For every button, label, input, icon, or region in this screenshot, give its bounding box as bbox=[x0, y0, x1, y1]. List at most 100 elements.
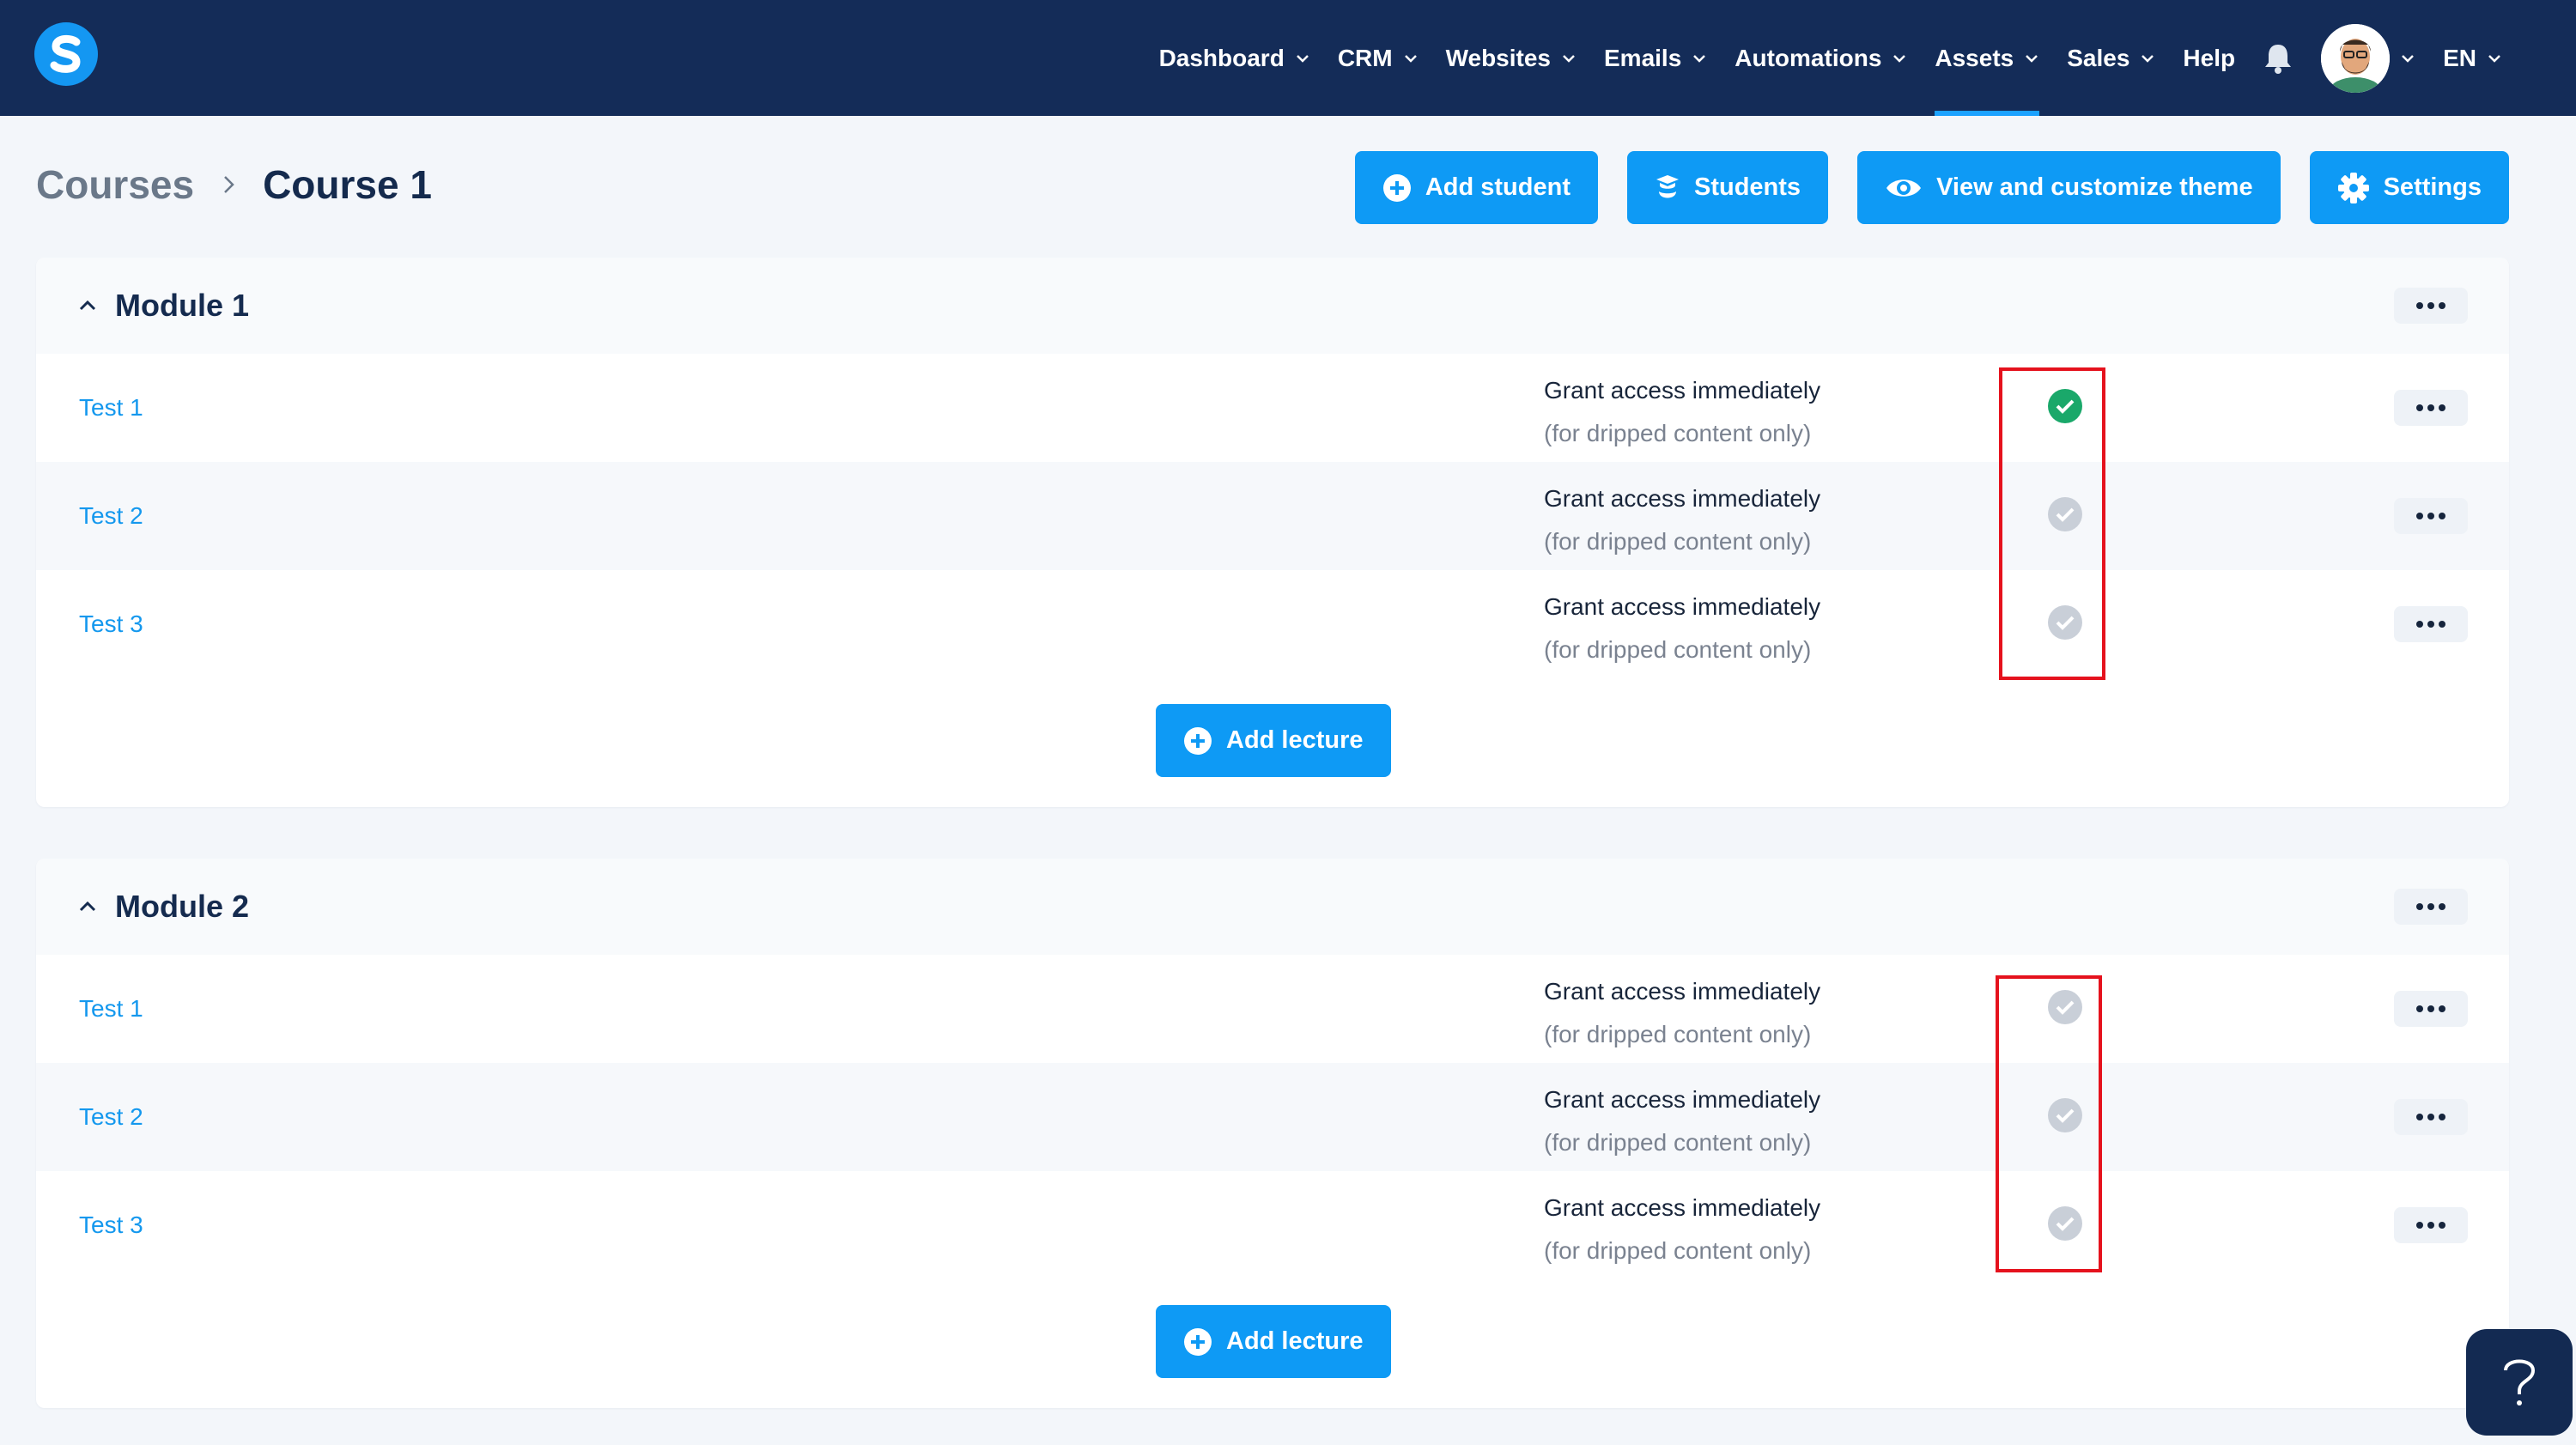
lecture-row: Test 2 Grant access immediately (for dri… bbox=[36, 462, 2509, 570]
module-collapse-toggle[interactable]: Module 2 bbox=[77, 859, 249, 955]
lecture-options-button[interactable] bbox=[2394, 1207, 2468, 1243]
lecture-row: Test 1 Grant access immediately (for dri… bbox=[36, 955, 2509, 1063]
view-theme-label: View and customize theme bbox=[1936, 173, 2253, 201]
lecture-title-link[interactable]: Test 1 bbox=[79, 354, 143, 462]
main-menu: Dashboard CRM Websites Emails Automation… bbox=[1159, 0, 2502, 116]
course-actions: Add student Students View and customize … bbox=[1354, 151, 2509, 224]
chevron-down-icon bbox=[2142, 54, 2154, 63]
nav-dashboard-label: Dashboard bbox=[1158, 44, 1285, 71]
graduation-cap-icon bbox=[1656, 174, 1679, 197]
grant-access-label: Grant access immediately bbox=[1544, 978, 1821, 1005]
highlight-frame bbox=[1996, 975, 2102, 1272]
grant-access-note: (for dripped content only) bbox=[1544, 1129, 1812, 1156]
module-card: Module 2 Test 1 Grant access immediately… bbox=[36, 859, 2509, 1408]
grant-access-label: Grant access immediately bbox=[1544, 1194, 1821, 1221]
plus-circle-icon bbox=[1382, 173, 1411, 202]
add-student-label: Add student bbox=[1425, 173, 1571, 201]
nav-help[interactable]: Help bbox=[2183, 0, 2235, 116]
chevron-down-icon bbox=[1296, 54, 1309, 63]
lecture-title-link[interactable]: Test 2 bbox=[79, 1063, 143, 1171]
more-horizontal-icon bbox=[2416, 903, 2445, 910]
lecture-options-button[interactable] bbox=[2394, 606, 2468, 642]
nav-emails-label: Emails bbox=[1604, 44, 1682, 71]
lecture-title-link[interactable]: Test 2 bbox=[79, 462, 143, 570]
lecture-row: Test 1 Grant access immediately (for dri… bbox=[36, 354, 2509, 462]
page-title: Course 1 bbox=[263, 162, 432, 207]
lecture-row: Test 3 Grant access immediately (for dri… bbox=[36, 570, 2509, 678]
nav-assets-label: Assets bbox=[1935, 44, 2014, 71]
nav-sales[interactable]: Sales bbox=[2067, 0, 2155, 116]
nav-automations[interactable]: Automations bbox=[1735, 0, 1907, 116]
grant-access-info: Grant access immediately (for dripped co… bbox=[1544, 477, 1820, 563]
lecture-options-button[interactable] bbox=[2394, 991, 2468, 1027]
user-avatar-icon bbox=[2321, 23, 2391, 93]
lecture-row: Test 2 Grant access immediately (for dri… bbox=[36, 1063, 2509, 1171]
settings-button[interactable]: Settings bbox=[2309, 151, 2509, 224]
lecture-title-link[interactable]: Test 3 bbox=[79, 1171, 143, 1279]
module-options-button[interactable] bbox=[2394, 889, 2468, 925]
module-header: Module 1 bbox=[36, 258, 2509, 354]
notifications-button[interactable] bbox=[2263, 0, 2293, 116]
chevron-down-icon bbox=[1563, 54, 1575, 63]
nav-emails[interactable]: Emails bbox=[1604, 0, 1707, 116]
grant-access-label: Grant access immediately bbox=[1544, 377, 1821, 404]
nav-help-label: Help bbox=[2183, 44, 2236, 71]
chevron-down-icon bbox=[2026, 54, 2038, 63]
plus-circle-icon bbox=[1184, 1327, 1212, 1356]
language-selector[interactable]: EN bbox=[2443, 0, 2502, 116]
chevron-down-icon bbox=[1404, 54, 1417, 63]
gear-icon bbox=[2337, 172, 2369, 203]
avatar bbox=[2321, 23, 2391, 93]
view-customize-theme-button[interactable]: View and customize theme bbox=[1857, 151, 2281, 224]
grant-access-note: (for dripped content only) bbox=[1544, 528, 1812, 555]
module-collapse-toggle[interactable]: Module 1 bbox=[77, 258, 249, 354]
grant-access-info: Grant access immediately (for dripped co… bbox=[1544, 1078, 1820, 1164]
grant-access-note: (for dripped content only) bbox=[1544, 1237, 1812, 1264]
grant-access-label: Grant access immediately bbox=[1544, 1086, 1821, 1113]
question-mark-icon bbox=[2504, 1359, 2536, 1406]
more-horizontal-icon bbox=[2416, 621, 2445, 628]
chevron-down-icon bbox=[1893, 54, 1906, 63]
module-options-button[interactable] bbox=[2394, 288, 2468, 324]
add-lecture-button[interactable]: Add lecture bbox=[1156, 704, 1391, 777]
module-title: Module 1 bbox=[115, 288, 250, 323]
grant-access-info: Grant access immediately (for dripped co… bbox=[1544, 970, 1820, 1056]
language-label: EN bbox=[2443, 44, 2476, 71]
user-menu[interactable] bbox=[2321, 0, 2415, 116]
add-student-button[interactable]: Add student bbox=[1354, 151, 1598, 224]
bell-icon bbox=[2265, 44, 2292, 74]
students-button[interactable]: Students bbox=[1627, 151, 1829, 224]
lecture-title-link[interactable]: Test 3 bbox=[79, 570, 143, 678]
nav-assets[interactable]: Assets bbox=[1935, 0, 2040, 116]
more-horizontal-icon bbox=[2416, 404, 2445, 411]
grant-access-note: (for dripped content only) bbox=[1544, 636, 1812, 663]
module-footer: Add lecture bbox=[36, 678, 2509, 807]
nav-websites-label: Websites bbox=[1445, 44, 1551, 71]
module-card: Module 1 Test 1 Grant access immediately… bbox=[36, 258, 2509, 807]
nav-crm[interactable]: CRM bbox=[1338, 0, 1419, 116]
grant-access-note: (for dripped content only) bbox=[1544, 420, 1812, 446]
breadcrumb: Courses Course 1 bbox=[36, 161, 432, 208]
nav-dashboard[interactable]: Dashboard bbox=[1159, 0, 1310, 116]
module-footer: Add lecture bbox=[36, 1279, 2509, 1408]
nav-websites[interactable]: Websites bbox=[1446, 0, 1577, 116]
more-horizontal-icon bbox=[2416, 513, 2445, 519]
grant-access-label: Grant access immediately bbox=[1544, 593, 1821, 620]
grant-access-info: Grant access immediately (for dripped co… bbox=[1544, 586, 1820, 671]
add-lecture-button[interactable]: Add lecture bbox=[1156, 1305, 1391, 1378]
more-horizontal-icon bbox=[2416, 1005, 2445, 1012]
lecture-options-button[interactable] bbox=[2394, 1099, 2468, 1135]
systeme-logo-icon[interactable] bbox=[34, 22, 98, 86]
lecture-title-link[interactable]: Test 1 bbox=[79, 955, 143, 1063]
eye-icon bbox=[1886, 179, 1922, 197]
nav-crm-label: CRM bbox=[1337, 44, 1393, 71]
nav-sales-label: Sales bbox=[2067, 44, 2130, 71]
top-navigation-bar: Dashboard CRM Websites Emails Automation… bbox=[0, 0, 2576, 116]
nav-automations-label: Automations bbox=[1735, 44, 1882, 71]
lecture-options-button[interactable] bbox=[2394, 498, 2468, 534]
chevron-down-icon bbox=[2402, 54, 2414, 63]
chevron-right-icon bbox=[224, 176, 234, 193]
breadcrumb-courses-link[interactable]: Courses bbox=[36, 161, 194, 208]
help-button[interactable] bbox=[2466, 1329, 2573, 1436]
lecture-options-button[interactable] bbox=[2394, 390, 2468, 426]
